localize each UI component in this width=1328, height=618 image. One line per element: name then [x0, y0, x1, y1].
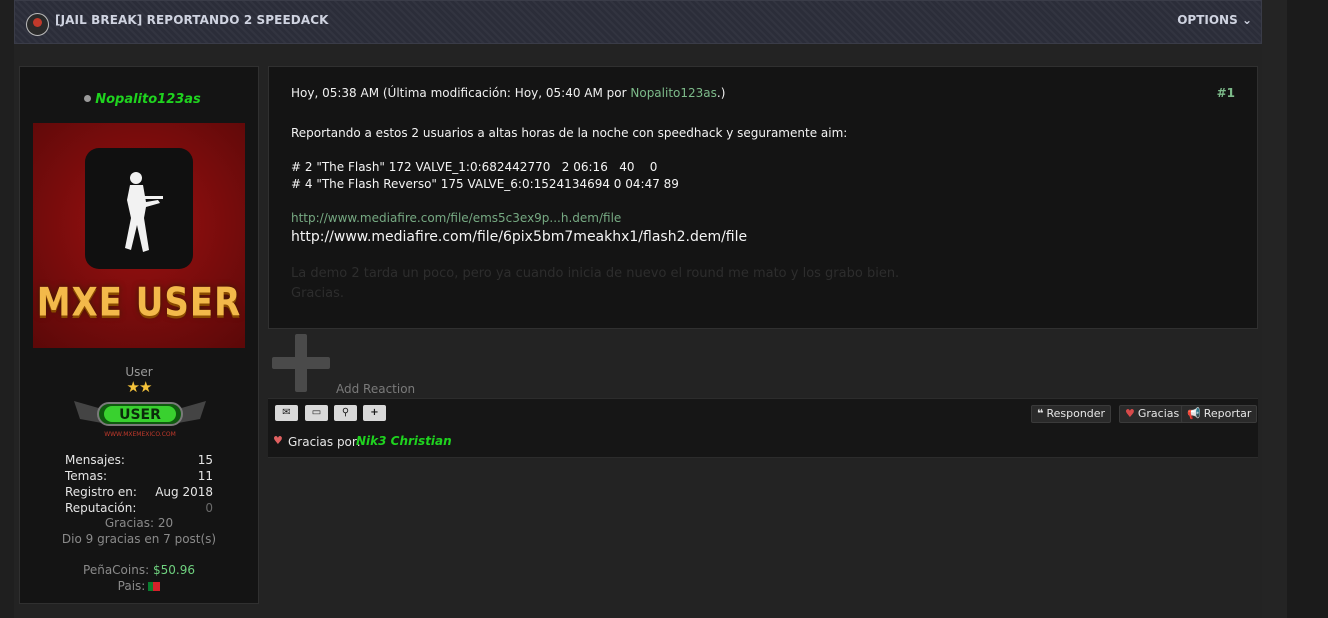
heart-icon: ♥	[273, 434, 283, 447]
email-icon[interactable]: ✉	[275, 405, 298, 421]
post-line-faint: La demo 2 tarda un poco, pero ya cuando …	[291, 266, 900, 281]
thread-container: [JAIL BREAK] REPORTANDO 2 SPEEDACK OPTIO…	[14, 0, 1262, 618]
post-body-box: Hoy, 05:38 AM (Última modificación: Hoy,…	[268, 66, 1258, 329]
thread-header: [JAIL BREAK] REPORTANDO 2 SPEEDACK OPTIO…	[14, 0, 1262, 44]
private-message-icon[interactable]: ▭	[305, 405, 328, 421]
stat-row-temas: Temas: 11	[65, 469, 213, 485]
add-buddy-icon[interactable]: +	[363, 405, 386, 421]
quote-icon: ❝	[1037, 407, 1044, 420]
stat-label: Temas:	[65, 469, 108, 483]
reputation-value-link[interactable]: 0	[205, 501, 213, 515]
post-line-faint: Gracias.	[291, 286, 345, 301]
rank-badge-caption: WWW.MXEMEXICO.COM	[104, 431, 176, 438]
stat-value: 15	[197, 453, 213, 467]
heart-icon: ♥	[1125, 407, 1135, 420]
avatar-caption: MXE USER	[36, 280, 242, 326]
gracias-received: Gracias: 20	[104, 516, 174, 530]
user-panel: Nopalito123as MXE USER User ★★ USER WWW.…	[19, 66, 259, 604]
post-meta: Hoy, 05:38 AM (Última modificación: Hoy,…	[291, 86, 725, 100]
edited-by-link[interactable]: Nopalito123as	[630, 86, 717, 100]
stat-label: Reputación:	[65, 501, 137, 515]
add-reaction-icon[interactable]	[272, 334, 330, 392]
avatar[interactable]: MXE USER	[33, 123, 245, 348]
thread-title: [JAIL BREAK] REPORTANDO 2 SPEEDACK	[55, 13, 329, 27]
stat-row-reputacion: Reputación: 0	[65, 501, 213, 517]
coins-line: PeñaCoins: $50.96	[20, 563, 258, 577]
report-label: Reportar	[1203, 407, 1252, 420]
post-line: # 2 "The Flash" 172 VALVE_1:0:682442770 …	[291, 160, 658, 174]
page-right-edge	[1287, 0, 1328, 618]
country-line: Pais:	[20, 579, 258, 593]
rank-badge: USER WWW.MXEMEXICO.COM	[74, 401, 206, 438]
coins-value: $50.96	[152, 563, 195, 577]
thanker-username-link[interactable]: Nik3 Christian	[356, 434, 452, 448]
post-number-link[interactable]: #1	[1217, 86, 1235, 100]
chevron-down-icon: ⌄	[1241, 13, 1252, 27]
post-intro: Reportando a estos 2 usuarios a altas ho…	[291, 126, 848, 140]
rank-badge-text: USER	[119, 407, 161, 423]
thanks-by-label: Gracias por:	[288, 435, 361, 449]
avatar-tile	[85, 148, 193, 269]
gracias-given: Dio 9 gracias en 7 post(s)	[61, 532, 217, 546]
mexico-flag-icon	[148, 582, 161, 591]
report-button[interactable]: 📢 Reportar	[1181, 405, 1258, 423]
post-line: # 4 "The Flash Reverso" 175 VALVE_6:0:15…	[291, 177, 679, 191]
search-icon[interactable]: ⚲	[334, 405, 357, 421]
page-right-gutter	[1262, 0, 1287, 618]
post-date: Hoy, 05:38 AM (Última modificación: Hoy,…	[291, 86, 631, 100]
add-reaction-label[interactable]: Add Reaction	[336, 382, 415, 396]
demo-link-1[interactable]: http://www.mediafire.com/file/ems5c3ex9p…	[291, 211, 1231, 229]
stat-label: Registro en:	[65, 485, 137, 499]
stat-value: 11	[197, 469, 213, 483]
stat-label: Mensajes:	[65, 453, 125, 467]
country-label: Pais:	[117, 579, 146, 593]
options-menu-button[interactable]: OPTIONS ⌄	[1177, 13, 1252, 27]
reply-label: Responder	[1046, 407, 1106, 420]
reply-button[interactable]: ❝ Responder	[1031, 405, 1112, 423]
user-title: User	[125, 365, 153, 379]
post-meta-suffix: .)	[716, 86, 726, 100]
demo-link-2[interactable]: http://www.mediafire.com/file/6pix5bm7me…	[291, 229, 1231, 249]
thanks-label: Gracias	[1137, 407, 1180, 420]
user-stats: Mensajes: 15 Temas: 11 Registro en: Aug …	[65, 453, 213, 517]
options-label: OPTIONS	[1177, 13, 1238, 27]
username-link[interactable]: Nopalito123as	[20, 92, 258, 107]
stat-row-mensajes: Mensajes: 15	[65, 453, 213, 469]
thanks-bar: ♥ Gracias por: Nik3 Christian	[268, 426, 1258, 458]
stat-row-registro: Registro en: Aug 2018	[65, 485, 213, 501]
megaphone-icon: 📢	[1187, 407, 1201, 420]
stat-value: Aug 2018	[155, 485, 213, 499]
post-action-bar: ✉ ▭ ⚲ + ❝ Responder ♥ Gracias 📢 Reportar	[268, 398, 1258, 426]
soldier-icon	[125, 172, 163, 252]
post-content: Reportando a estos 2 usuarios a altas ho…	[291, 126, 1231, 306]
coins-label: PeñaCoins:	[83, 563, 150, 577]
thanks-button[interactable]: ♥ Gracias	[1119, 405, 1186, 423]
forum-prefix-icon	[26, 13, 49, 36]
